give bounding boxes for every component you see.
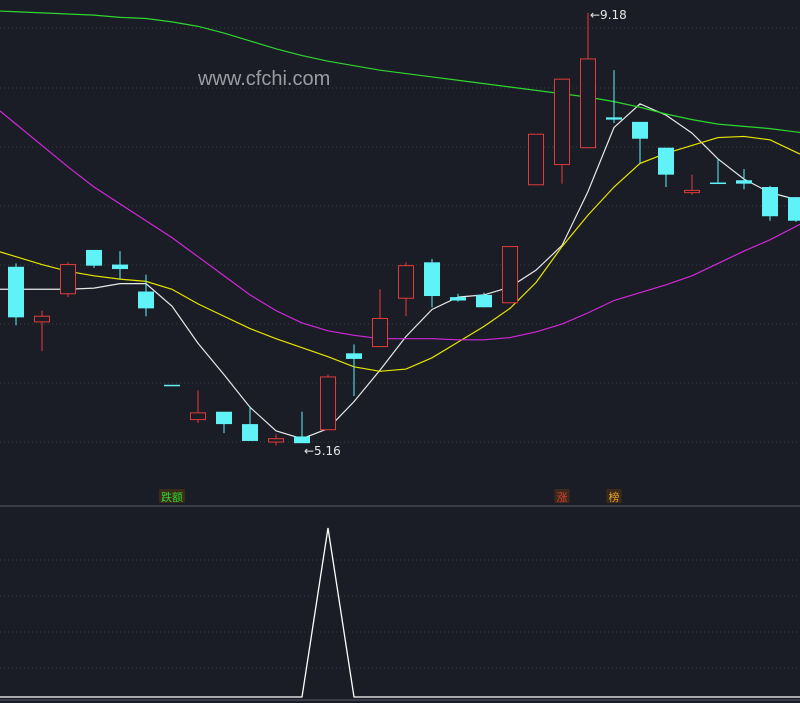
candle <box>372 289 388 348</box>
candle <box>346 344 362 397</box>
signal-markers: 跌额 涨 榜 <box>159 489 622 504</box>
candle-body-down <box>8 266 24 318</box>
signal-marker: 涨 <box>554 489 570 504</box>
ma-line-2 <box>0 110 800 341</box>
candle <box>112 251 128 280</box>
candle <box>424 258 440 308</box>
candle-body-up <box>34 315 50 323</box>
candle-body-up <box>268 438 284 443</box>
candle <box>606 70 622 123</box>
candle-body-up <box>580 58 596 149</box>
price-annotations: ←9.18 ←5.16 <box>304 8 627 458</box>
candlestick-series <box>8 12 800 446</box>
candle <box>242 406 258 441</box>
candle <box>164 384 180 387</box>
candle-body-down <box>424 262 440 297</box>
candle <box>190 390 206 423</box>
candle <box>34 310 50 352</box>
candle-body-up <box>372 317 388 348</box>
candle-body-down <box>216 411 232 425</box>
candle <box>86 249 102 268</box>
candle-body-down <box>606 117 622 120</box>
watermark-text: www.cfchi.com <box>197 68 330 90</box>
candle <box>788 197 800 222</box>
candle-body-up <box>528 133 544 186</box>
annotation-label: ←5.16 <box>304 444 341 458</box>
candle-body-down <box>346 353 362 359</box>
candle-body-down <box>138 291 154 309</box>
signal-marker-text: 榜 <box>609 490 620 504</box>
candle-body-up <box>320 376 336 431</box>
candle-body-down <box>164 384 180 387</box>
candle <box>398 262 414 317</box>
candle-body-down <box>788 197 800 221</box>
candle <box>450 293 466 302</box>
candle-body-up <box>684 189 700 194</box>
candle-body-down <box>736 180 752 184</box>
candle-body-up <box>60 264 76 295</box>
candle-body-up <box>554 78 570 166</box>
candle-body-down <box>294 436 310 444</box>
candle <box>268 434 284 446</box>
chart-stage: ←9.18 ←5.16 跌额 涨 榜 www.cfchi.com <box>0 0 800 703</box>
candle <box>502 246 518 304</box>
grid-lines <box>0 27 800 669</box>
candle-body-down <box>632 121 648 139</box>
candle-body-down <box>450 297 466 301</box>
candle-body-up <box>398 265 414 299</box>
signal-marker-text: 跌额 <box>161 490 183 504</box>
candle <box>736 169 752 190</box>
candle <box>658 147 674 188</box>
candle <box>8 263 24 326</box>
candle-body-down <box>86 249 102 266</box>
signal-marker: 跌额 <box>159 489 185 504</box>
candle-body-down <box>112 264 128 270</box>
candle <box>580 12 596 149</box>
candle-body-up <box>190 412 206 421</box>
candle <box>554 78 570 184</box>
candle <box>528 133 544 186</box>
candle-body-down <box>658 147 674 175</box>
moving-average-lines <box>0 10 800 440</box>
candle <box>684 174 700 195</box>
candle <box>632 121 648 164</box>
stock-chart: ←9.18 ←5.16 跌额 涨 榜 www.cfchi.com <box>0 8 800 701</box>
candle-body-up <box>502 246 518 304</box>
candle <box>60 262 76 298</box>
ma-line-3 <box>0 10 800 134</box>
candle <box>762 185 778 221</box>
candle-body-down <box>476 294 492 308</box>
candle-body-down <box>242 424 258 441</box>
candle <box>320 374 336 431</box>
candle-body-down <box>710 182 726 185</box>
indicator-panel <box>0 527 800 698</box>
signal-marker: 榜 <box>606 489 622 504</box>
annotation-label: ←9.18 <box>590 8 627 22</box>
candle <box>216 411 232 434</box>
candle-body-down <box>762 187 778 217</box>
candle <box>294 411 310 444</box>
indicator-line <box>0 527 800 698</box>
signal-marker-text: 涨 <box>557 491 568 504</box>
